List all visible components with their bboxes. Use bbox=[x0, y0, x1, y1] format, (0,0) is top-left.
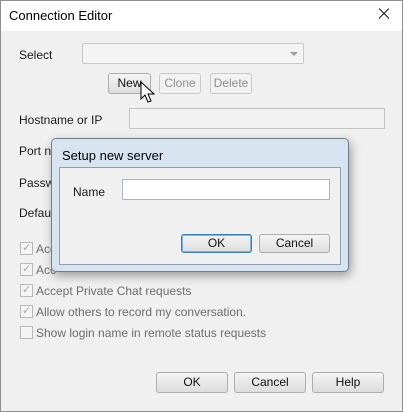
ok-button[interactable]: OK bbox=[156, 372, 228, 393]
chevron-down-icon bbox=[290, 52, 298, 56]
help-button[interactable]: Help bbox=[312, 372, 384, 393]
name-input[interactable] bbox=[122, 179, 330, 200]
close-icon[interactable] bbox=[368, 2, 400, 26]
window-title: Connection Editor bbox=[9, 8, 113, 23]
dialog-ok-button[interactable]: OK bbox=[181, 234, 252, 253]
clone-button[interactable]: Clone bbox=[159, 73, 201, 94]
checkbox-box[interactable] bbox=[20, 241, 33, 255]
hostname-input[interactable] bbox=[129, 108, 385, 129]
setup-new-server-dialog: Setup new server Name OK Cancel bbox=[51, 138, 349, 272]
select-label: Select bbox=[19, 48, 53, 62]
hostname-label: Hostname or IP bbox=[19, 113, 103, 127]
dialog-body: Name OK Cancel bbox=[59, 167, 341, 265]
checkbox-box[interactable] bbox=[20, 326, 33, 339]
name-label: Name bbox=[73, 185, 106, 199]
checkbox-label: Allow others to record my conversation. bbox=[36, 305, 247, 319]
cancel-button[interactable]: Cancel bbox=[234, 372, 306, 393]
checkbox-label: Accept Private Chat requests bbox=[36, 284, 192, 298]
checkbox-box[interactable] bbox=[20, 283, 33, 297]
checkbox-box[interactable] bbox=[20, 262, 33, 276]
checkbox-label: Show login name in remote status request… bbox=[36, 326, 267, 340]
mouse-cursor-icon bbox=[140, 81, 156, 103]
server-select[interactable] bbox=[82, 43, 304, 64]
title-bar: Connection Editor bbox=[1, 1, 402, 31]
dialog-cancel-button[interactable]: Cancel bbox=[259, 234, 330, 253]
checkbox-box[interactable] bbox=[20, 304, 33, 318]
dialog-title: Setup new server bbox=[62, 148, 164, 163]
delete-button[interactable]: Delete bbox=[210, 73, 252, 94]
